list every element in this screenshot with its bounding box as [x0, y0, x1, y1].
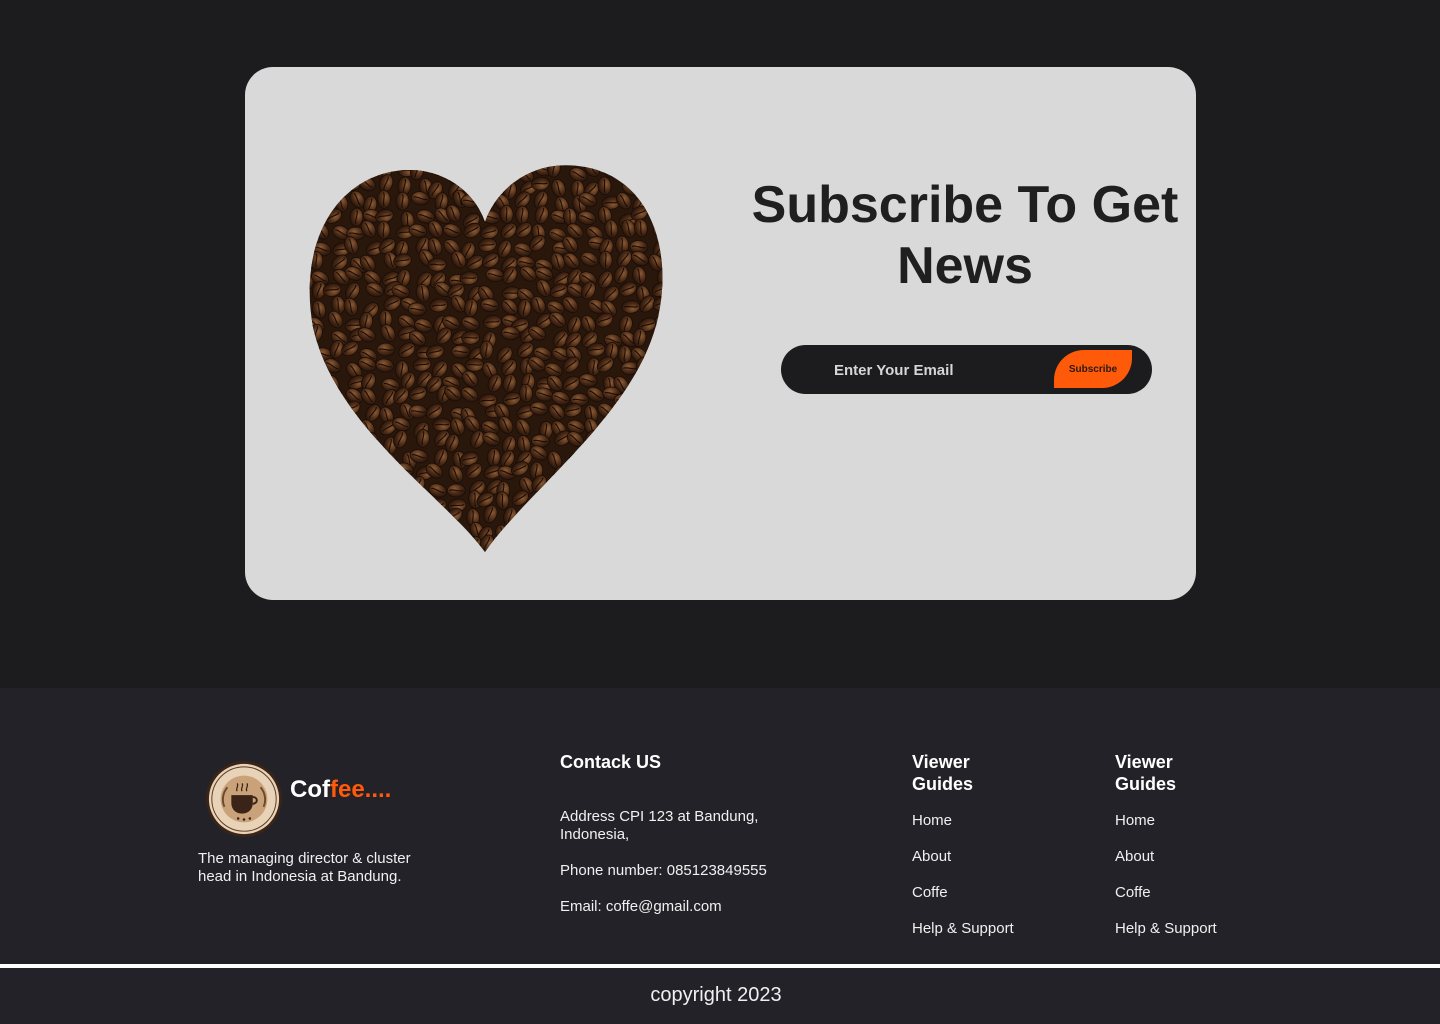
- footer-link-help-support[interactable]: Help & Support: [1115, 920, 1217, 938]
- copyright-bar: copyright 2023: [0, 968, 1440, 1024]
- footer: Coffee.... The managing director & clust…: [0, 688, 1440, 964]
- viewer-guides-title: Viewer Guides: [912, 752, 974, 794]
- coffee-bean-heart-image: [295, 147, 675, 557]
- footer-link-coffe[interactable]: Coffe: [1115, 884, 1151, 902]
- brand-name: Coffee....: [290, 776, 391, 804]
- contact-title: Contack US: [560, 752, 662, 772]
- footer-link-coffe[interactable]: Coffe: [912, 884, 948, 902]
- contact-address: Address CPI 123 at Bandung, Indonesia,: [560, 808, 759, 843]
- contact-email: Email: coffe@gmail.com: [560, 898, 722, 915]
- footer-link-about[interactable]: About: [912, 848, 951, 866]
- coffee-shop-logo: [205, 760, 283, 838]
- footer-link-home[interactable]: Home: [912, 812, 952, 830]
- subscribe-card: Subscribe To Get News Subscribe: [245, 67, 1196, 600]
- subscribe-title: Subscribe To Get News: [751, 176, 1179, 295]
- brand-description: The managing director & cluster head in …: [198, 850, 411, 885]
- footer-link-help-support[interactable]: Help & Support: [912, 920, 1014, 938]
- email-input[interactable]: [834, 357, 1044, 383]
- subscribe-section: Subscribe To Get News Subscribe: [0, 0, 1440, 688]
- brand-name-prefix: Cof: [290, 776, 330, 803]
- contact-phone: Phone number: 085123849555: [560, 862, 767, 879]
- viewer-guides-title: Viewer Guides: [1115, 752, 1177, 794]
- footer-link-home[interactable]: Home: [1115, 812, 1155, 830]
- email-subscribe-form: Subscribe: [781, 345, 1152, 394]
- footer-link-about[interactable]: About: [1115, 848, 1154, 866]
- brand-name-suffix: fee....: [329, 776, 392, 803]
- copyright-text: copyright 2023: [650, 984, 782, 1006]
- subscribe-button[interactable]: Subscribe: [1054, 350, 1132, 388]
